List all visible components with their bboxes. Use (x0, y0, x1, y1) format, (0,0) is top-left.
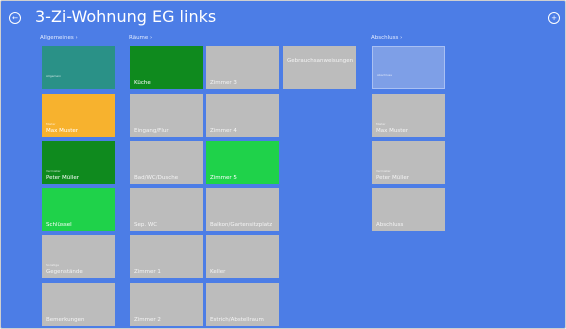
tile-label: Küche (134, 80, 151, 86)
tile-sublabel: Mieter (376, 122, 386, 126)
tile-label: Bad/WC/Dusche (134, 175, 179, 181)
tile-label: Zimmer 2 (134, 317, 161, 323)
page-title: 3-Zi-Wohnung EG links (35, 7, 217, 26)
tile-label: Zimmer 5 (210, 175, 237, 181)
app-window: ← 3-Zi-Wohnung EG links + Allgemeines › … (0, 0, 566, 329)
tile-label: Schlüssel (46, 222, 72, 228)
tile-zimmer-5[interactable]: Zimmer 5 (206, 141, 279, 184)
tile-label: Peter Müller (46, 175, 79, 181)
tile-abschluss-mieter[interactable]: Mieter Max Muster (372, 94, 445, 137)
group-header-abschluss[interactable]: Abschluss › (371, 34, 402, 42)
tile-allgemein[interactable]: Allgemein (42, 46, 115, 89)
tile-bad-wc-dusche[interactable]: Bad/WC/Dusche (130, 141, 203, 184)
tile-zimmer-4[interactable]: Zimmer 4 (206, 94, 279, 137)
tile-sublabel: Mieter (46, 122, 56, 126)
add-button[interactable]: + (548, 12, 560, 24)
tile-kueche[interactable]: Küche (130, 46, 203, 89)
tile-balkon[interactable]: Balkon/Gartensitzplatz (206, 188, 279, 231)
tile-zimmer-3[interactable]: Zimmer 3 (206, 46, 279, 89)
tile-sublabel: Abschluss (377, 73, 392, 77)
tile-label: Max Muster (376, 128, 409, 134)
tile-label: Peter Müller (376, 175, 409, 181)
group-header-raeume[interactable]: Räume › (129, 34, 152, 42)
tile-gebrauchsanweisungen[interactable]: Gebrauchsanweisungen (283, 46, 356, 89)
tile-label: Zimmer 1 (134, 269, 161, 275)
tile-gegenstaende[interactable]: Sonstige Gegenstände (42, 235, 115, 278)
tile-abschluss-vermieter[interactable]: Vermieter Peter Müller (372, 141, 445, 184)
tile-mieter[interactable]: Mieter Max Muster (42, 94, 115, 137)
tile-label: Keller (210, 269, 226, 275)
tile-label: Max Muster (46, 128, 79, 134)
plus-icon: + (551, 14, 557, 22)
tile-label: Eingang/Flur (134, 128, 169, 134)
tile-abschluss[interactable]: Abschluss (372, 188, 445, 231)
tile-label: Estrich/Abstellraum (210, 317, 264, 323)
tile-zimmer-2[interactable]: Zimmer 2 (130, 283, 203, 326)
tile-label: Gegenstände (46, 269, 83, 275)
group-header-allgemeines[interactable]: Allgemeines › (40, 34, 78, 42)
tile-label: Gebrauchsanweisungen (287, 58, 354, 64)
tile-label: Bemerkungen (46, 317, 85, 323)
tile-label: Sep. WC (134, 222, 158, 228)
back-button[interactable]: ← (9, 12, 21, 24)
tile-sublabel: Allgemein (46, 74, 61, 78)
tile-label: Zimmer 3 (210, 80, 237, 86)
tile-bemerkungen[interactable]: Bemerkungen (42, 283, 115, 326)
tile-sublabel: Vermieter (376, 169, 391, 173)
back-arrow-icon: ← (12, 14, 18, 22)
tile-zimmer-1[interactable]: Zimmer 1 (130, 235, 203, 278)
tile-sublabel: Vermieter (46, 169, 61, 173)
tile-sublabel: Sonstige (46, 263, 59, 267)
tile-keller[interactable]: Keller (206, 235, 279, 278)
tile-abschluss-info[interactable]: Abschluss (372, 46, 445, 89)
tile-eingang-flur[interactable]: Eingang/Flur (130, 94, 203, 137)
tile-label: Balkon/Gartensitzplatz (210, 222, 273, 228)
tile-sep-wc[interactable]: Sep. WC (130, 188, 203, 231)
tile-vermieter[interactable]: Vermieter Peter Müller (42, 141, 115, 184)
tile-estrich[interactable]: Estrich/Abstellraum (206, 283, 279, 326)
tile-label: Zimmer 4 (210, 128, 237, 134)
tile-schluessel[interactable]: Schlüssel (42, 188, 115, 231)
tile-label: Abschluss (376, 222, 404, 228)
